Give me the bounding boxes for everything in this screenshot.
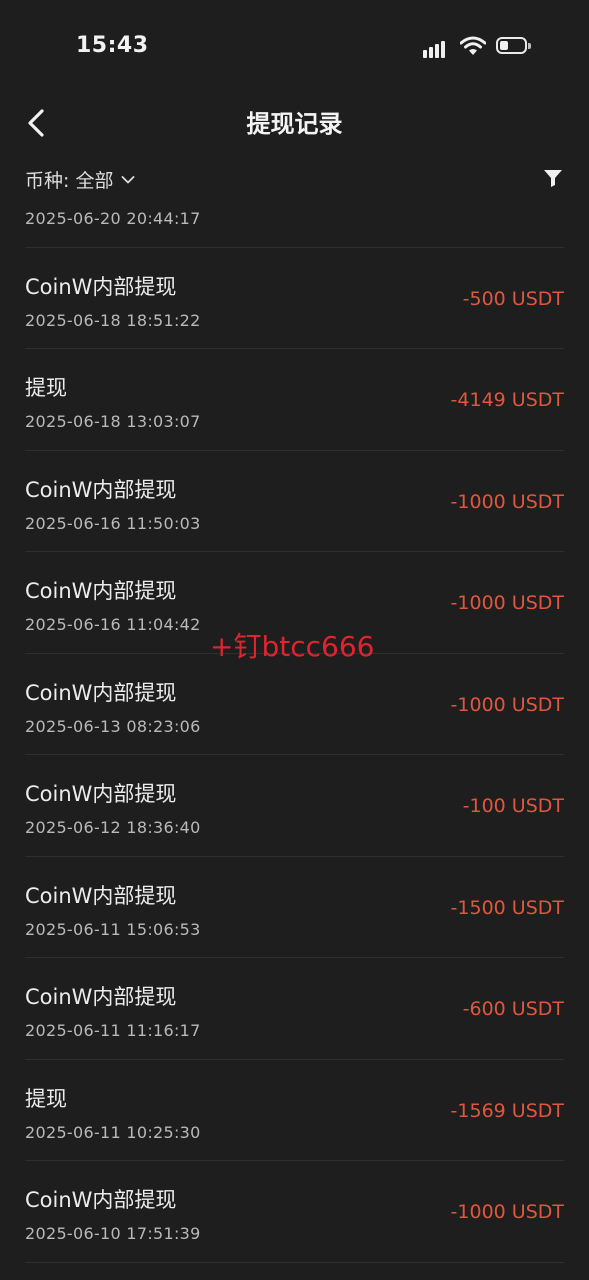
record-date: 2025-06-12 18:36:40	[25, 818, 201, 837]
record-date: 2025-06-13 08:23:06	[25, 716, 201, 736]
record-row[interactable]: CoinW内部提现 2025-06-11 15:06:53 -1500 USDT	[25, 857, 564, 958]
record-type: CoinW内部提现	[25, 985, 177, 1009]
wifi-icon	[460, 36, 486, 55]
battery-icon	[496, 37, 531, 54]
record-date: 2025-06-11 10:25:30	[25, 1122, 201, 1142]
chevron-down-icon	[122, 175, 135, 183]
record-amount: -1000 USDT	[450, 693, 564, 716]
record-row[interactable]: CoinW内部提现 2025-06-11 11:16:17 -600 USDT	[25, 958, 564, 1060]
record-date: 2025-06-20 20:44:17	[25, 210, 201, 228]
record-amount: -1000 USDT	[450, 1201, 564, 1223]
currency-filter-dropdown[interactable]: 币种: 全部	[25, 166, 135, 193]
funnel-icon[interactable]	[543, 168, 563, 188]
record-date: 2025-06-18 13:03:07	[25, 412, 201, 431]
record-date: 2025-06-18 18:51:22	[25, 310, 201, 330]
filter-bar: 币种: 全部	[0, 160, 589, 200]
record-row[interactable]: 提现 2025-06-18 13:03:07 -4149 USDT	[25, 349, 564, 451]
withdrawal-records-list[interactable]: 2025-06-20 20:44:17 CoinW内部提现 2025-06-18 1…	[0, 210, 589, 1280]
record-date: 2025-06-11 11:16:17	[25, 1021, 201, 1040]
record-amount: -100 USDT	[462, 795, 564, 817]
record-date: 2025-06-10 17:51:39	[25, 1224, 201, 1243]
record-type: CoinW内部提现	[25, 680, 177, 705]
watermark-text: +钉btcc666	[210, 630, 375, 663]
record-type: CoinW内部提现	[25, 782, 177, 806]
record-row[interactable]: CoinW内部提现 2025-06-18 18:51:22 -500 USDT	[25, 248, 564, 349]
record-row[interactable]: 提现 2025-06-11 10:25:30 -1569 USDT	[25, 1060, 564, 1161]
record-row[interactable]: CoinW内部提现 2025-06-16 11:50:03 -1000 USDT	[25, 451, 564, 552]
record-type: CoinW内部提现	[25, 1188, 177, 1212]
record-amount: -500 USDT	[462, 287, 564, 310]
record-amount: -1500 USDT	[450, 896, 564, 919]
record-amount: -1000 USDT	[450, 490, 564, 513]
status-bar: 15:43	[0, 0, 589, 95]
record-amount: -600 USDT	[462, 998, 564, 1020]
record-type: CoinW内部提现	[25, 274, 177, 299]
record-row[interactable]: CoinW内部提现 2025-06-13 08:23:06 -1000 USDT	[25, 654, 564, 755]
record-type: 提现	[25, 376, 67, 400]
record-amount: -1000 USDT	[450, 592, 564, 614]
record-row[interactable]: 2025-06-20 20:44:17	[25, 210, 564, 248]
record-date: 2025-06-11 15:06:53	[25, 919, 201, 939]
page-title: 提现记录	[246, 110, 343, 138]
record-type: CoinW内部提现	[25, 883, 177, 908]
record-date: 2025-06-16 11:04:42	[25, 615, 201, 634]
record-type: CoinW内部提现	[25, 477, 177, 502]
record-row[interactable]: CoinW内部提现 2025-06-12 18:36:40 -100 USDT	[25, 755, 564, 857]
currency-filter-label: 币种: 全部	[25, 170, 114, 192]
record-type: 提现	[25, 1086, 67, 1111]
record-type: CoinW内部提现	[25, 579, 177, 603]
cellular-signal-icon	[423, 38, 451, 58]
record-amount: -4149 USDT	[450, 389, 564, 411]
record-row[interactable]: CoinW内部提现 2025-06-10 17:51:39 -1000 USDT	[25, 1161, 564, 1263]
record-amount: -1569 USDT	[450, 1099, 564, 1122]
record-date: 2025-06-16 11:50:03	[25, 513, 201, 533]
nav-bar: 提现记录	[0, 95, 589, 151]
status-time: 15:43	[76, 33, 149, 58]
